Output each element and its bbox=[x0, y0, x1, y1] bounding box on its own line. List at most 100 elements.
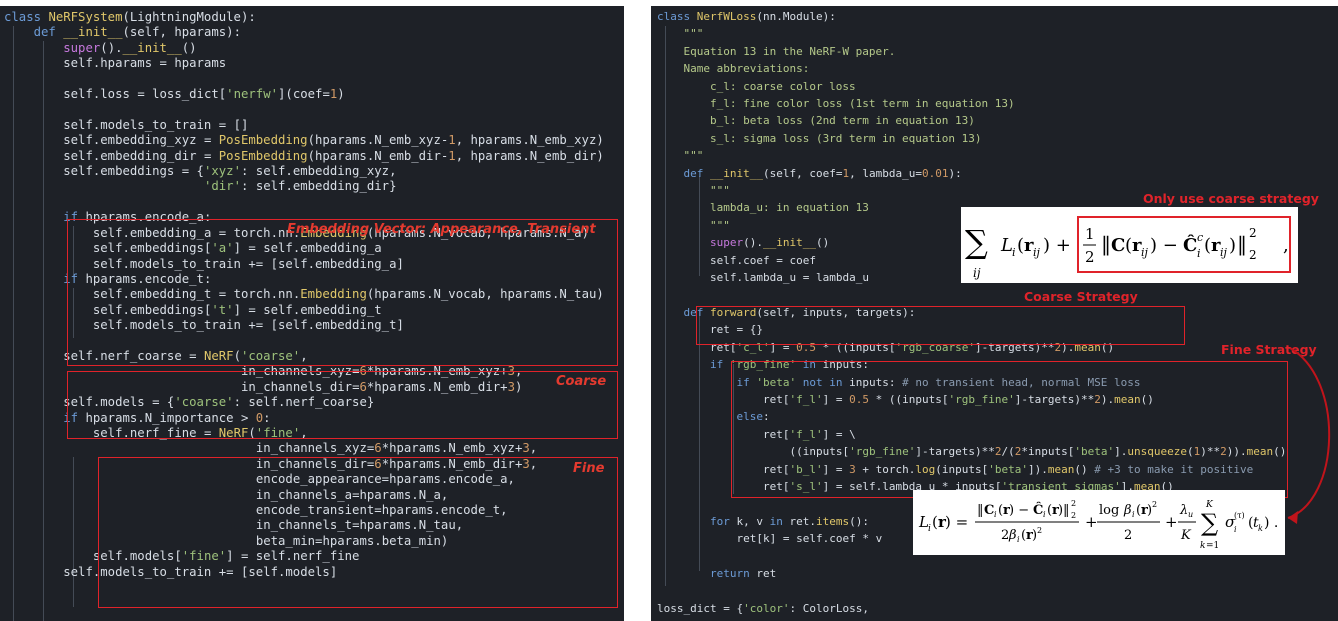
svg-text:+: + bbox=[1085, 513, 1098, 531]
left-code-line: self.embedding_xyz = PosEmbedding(hparam… bbox=[63, 133, 604, 148]
embedding-annotation: Embedding Vector: Appearance, Transient bbox=[287, 222, 596, 237]
svg-text:) −: ) − bbox=[1009, 503, 1029, 518]
right-code-line: Name abbreviations: bbox=[657, 62, 810, 76]
coarse-strategy-annotation: Coarse Strategy bbox=[1024, 289, 1138, 304]
arrow-head-icon bbox=[1288, 511, 1298, 524]
svg-text:k: k bbox=[1200, 541, 1205, 551]
left-code-line bbox=[4, 102, 604, 117]
svg-text:ij: ij bbox=[973, 266, 981, 280]
left-code-line: super().__init__() bbox=[63, 40, 197, 55]
svg-text:2: 2 bbox=[1152, 500, 1157, 509]
svg-text:,: , bbox=[1283, 235, 1289, 256]
right-code-line: c_l: coarse color loss bbox=[657, 79, 856, 93]
svg-text:i: i bbox=[1012, 246, 1016, 259]
svg-text:+: + bbox=[1165, 513, 1178, 531]
svg-text:) =: ) = bbox=[945, 513, 968, 531]
annotation-arrow bbox=[1287, 347, 1331, 524]
left-code-line bbox=[4, 195, 604, 210]
svg-text:‖: ‖ bbox=[1101, 232, 1111, 257]
svg-text:i: i bbox=[1132, 510, 1135, 519]
right-code-line: Equation 13 in the NeRF-W paper. bbox=[657, 44, 896, 58]
left-code-line: self.hparams = hparams bbox=[63, 56, 227, 71]
svg-text:C: C bbox=[1111, 235, 1125, 256]
svg-text:2: 2 bbox=[1124, 528, 1132, 543]
right-code-line bbox=[657, 582, 1286, 599]
svg-text:C: C bbox=[984, 503, 994, 518]
svg-text:K: K bbox=[1180, 528, 1192, 543]
svg-text:i: i bbox=[1043, 510, 1046, 519]
coarse-annotation: Coarse bbox=[556, 374, 607, 389]
svg-text:ij: ij bbox=[1033, 246, 1041, 259]
right-code-line: loss_dict = {'color': ColorLoss, bbox=[657, 601, 869, 615]
right-code-line: class NerfWLoss(nn.Module): bbox=[657, 10, 836, 23]
svg-text:∑: ∑ bbox=[965, 223, 988, 261]
svg-text:ij: ij bbox=[1220, 246, 1228, 259]
fine-loss-equation-image: L i ( r ) = ‖ C i ( r ) − Ĉ i ( r ) ‖ 2 … bbox=[918, 499, 1278, 551]
svg-text:β: β bbox=[1008, 528, 1017, 543]
svg-text:2: 2 bbox=[1085, 248, 1095, 266]
svg-text:1: 1 bbox=[1085, 225, 1095, 243]
svg-text:(: ( bbox=[1204, 235, 1211, 256]
svg-text:L: L bbox=[1000, 235, 1013, 256]
right-code-line: """ bbox=[657, 27, 704, 41]
fine-strategy-box bbox=[731, 361, 1288, 498]
right-code-line: s_l: sigma loss (3rd term in equation 13… bbox=[657, 131, 982, 145]
coarse-loss-equation-image: ∑ ij L i ( r ij ) + 1 2 ‖ C ( r ij ) − Ĉ… bbox=[965, 216, 1291, 280]
svg-text:log: log bbox=[1099, 503, 1119, 518]
svg-text:‖: ‖ bbox=[1237, 232, 1247, 257]
svg-text:c: c bbox=[1197, 231, 1203, 244]
svg-text:): ) bbox=[1229, 235, 1236, 256]
left-code-line: self.models_to_train = [] bbox=[63, 117, 249, 132]
svg-text:2: 2 bbox=[1249, 248, 1257, 262]
svg-text:‖: ‖ bbox=[977, 503, 984, 518]
right-code-line: def __init__(self, coef=1, lambda_u=0.01… bbox=[683, 166, 962, 180]
svg-text:u: u bbox=[1188, 510, 1193, 519]
svg-text:Ĉ: Ĉ bbox=[1033, 501, 1043, 518]
fine-highlight-box bbox=[98, 457, 618, 608]
svg-text:k: k bbox=[1258, 524, 1263, 533]
arrow-curve bbox=[1287, 347, 1331, 519]
svg-text:) +: ) + bbox=[1043, 235, 1071, 256]
svg-text:i: i bbox=[994, 510, 997, 519]
svg-text:(τ): (τ) bbox=[1234, 511, 1245, 520]
coarse-strategy-box bbox=[696, 306, 1185, 345]
svg-text:2: 2 bbox=[1071, 499, 1076, 508]
coarse-highlight-box bbox=[67, 371, 618, 439]
svg-text:2: 2 bbox=[1249, 226, 1257, 240]
coarse-loss-formula: ∑ ij L i ( r ij ) + 1 2 ‖ C ( r ij ) − Ĉ… bbox=[961, 207, 1298, 283]
svg-text:=1: =1 bbox=[1206, 541, 1219, 551]
right-code-line: 'nerfw': NerfWLoss} bbox=[657, 617, 1286, 621]
right-code-line bbox=[657, 287, 1286, 304]
svg-text:i: i bbox=[1017, 535, 1020, 544]
left-code-line: class NeRFSystem(LightningModule): bbox=[4, 10, 256, 24]
svg-text:2: 2 bbox=[1071, 511, 1076, 520]
svg-text:i: i bbox=[1197, 247, 1201, 260]
svg-text:Ĉ: Ĉ bbox=[1183, 233, 1197, 256]
right-code-line: """ bbox=[657, 149, 704, 163]
fine-loss-formula: L i ( r ) = ‖ C i ( r ) − Ĉ i ( r ) ‖ 2 … bbox=[913, 490, 1285, 555]
left-code-line: 'dir': self.embedding_dir} bbox=[203, 179, 397, 194]
fine-annotation: Fine bbox=[573, 461, 605, 476]
right-code-line: return ret bbox=[710, 567, 777, 580]
svg-text:λ: λ bbox=[1179, 503, 1188, 518]
svg-text:(: ( bbox=[1125, 235, 1132, 256]
left-code-editor: class NeRFSystem(LightningModule): def _… bbox=[0, 6, 624, 621]
svg-text:) −: ) − bbox=[1150, 235, 1178, 256]
left-code-line: self.embedding_dir = PosEmbedding(hparam… bbox=[63, 148, 604, 163]
svg-text:2: 2 bbox=[1037, 526, 1042, 535]
svg-text:ij: ij bbox=[1141, 246, 1149, 259]
left-code-line bbox=[4, 72, 604, 87]
svg-text:‖: ‖ bbox=[1063, 503, 1070, 518]
svg-text:(: ( bbox=[1017, 235, 1024, 256]
embedding-highlight-box bbox=[67, 219, 618, 366]
svg-text:β: β bbox=[1123, 503, 1132, 518]
left-code-line: self.loss = loss_dict['nerfw'](coef=1) bbox=[63, 87, 345, 102]
svg-text:∑: ∑ bbox=[1201, 509, 1218, 537]
right-code-line: f_l: fine color loss (1st term in equati… bbox=[657, 97, 1015, 111]
left-code-line: def __init__(self, hparams): bbox=[33, 25, 241, 40]
svg-text:i: i bbox=[928, 524, 931, 534]
left-code-line: self.embeddings = {'xyz': self.embedding… bbox=[63, 164, 397, 179]
left-code-line: in_channels_xyz=6*hparams.N_emb_xyz+3, bbox=[255, 441, 538, 456]
svg-text:i: i bbox=[1234, 525, 1237, 534]
only-coarse-annotation: Only use coarse strategy bbox=[1143, 191, 1319, 206]
